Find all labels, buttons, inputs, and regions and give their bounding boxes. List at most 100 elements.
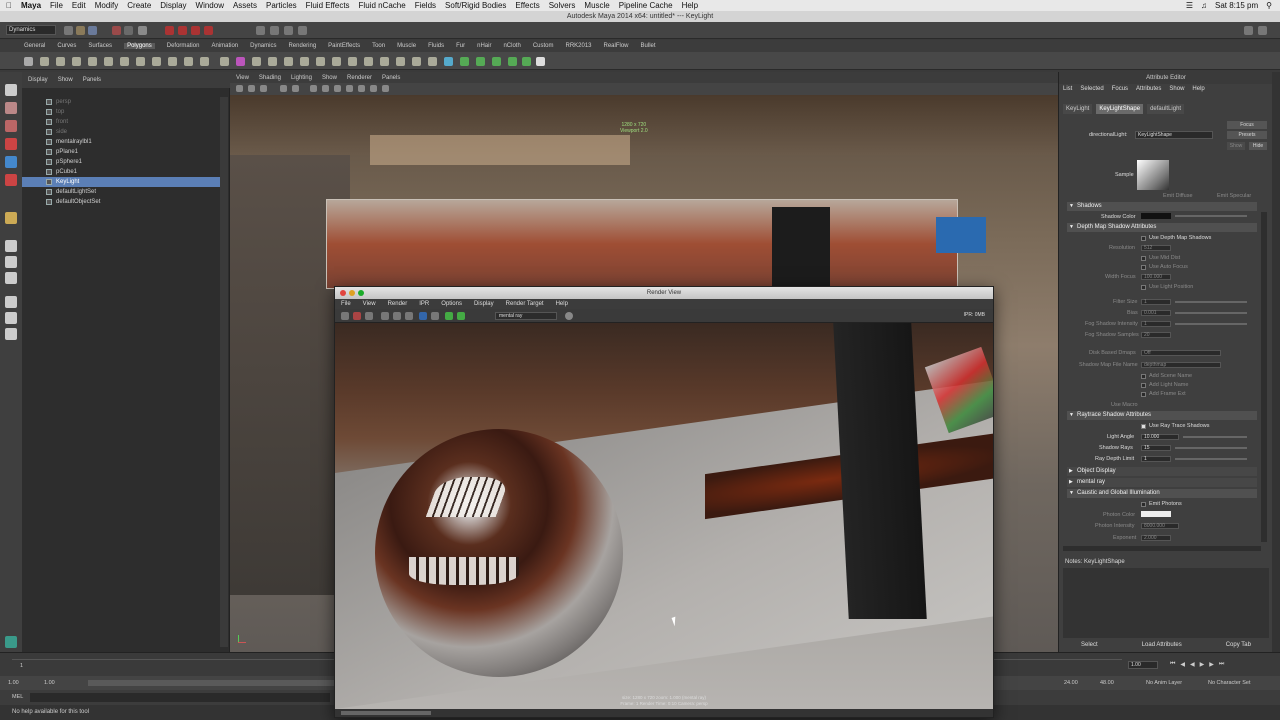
outliner-menu-show[interactable]: Show — [58, 77, 73, 83]
attr-menu-selected[interactable]: Selected — [1080, 86, 1103, 96]
go-end-icon[interactable]: ⏭ — [1219, 661, 1224, 669]
scale-tool-icon[interactable] — [5, 174, 17, 186]
rv-menu-help[interactable]: Help — [556, 301, 568, 307]
rv-menu-render[interactable]: Render — [388, 301, 408, 307]
shadows-icon[interactable] — [358, 85, 365, 92]
vp-menu-view[interactable]: View — [236, 75, 249, 81]
play-back-icon[interactable]: ◀ — [1190, 661, 1195, 669]
outliner-item[interactable]: front — [22, 117, 220, 127]
sculpt-icon[interactable] — [508, 57, 517, 66]
menu-modify[interactable]: Modify — [95, 1, 119, 10]
snap-curve-icon[interactable] — [178, 26, 187, 35]
add-frame-ext-checkbox[interactable] — [1141, 392, 1146, 397]
alpha-channel-icon[interactable] — [419, 312, 427, 320]
rv-menu-ipr[interactable]: IPR — [419, 301, 429, 307]
outliner-item[interactable]: pSphere1 — [22, 157, 220, 167]
lasso-tool-icon[interactable] — [5, 102, 17, 114]
rv-menu-view[interactable]: View — [363, 301, 376, 307]
outliner-scrollbar[interactable] — [220, 97, 228, 647]
render-frame-icon[interactable] — [270, 26, 279, 35]
current-frame-field[interactable]: 1.00 — [1128, 661, 1158, 669]
rv-menu-options[interactable]: Options — [441, 301, 462, 307]
film-gate-icon[interactable] — [292, 85, 299, 92]
vp-menu-show[interactable]: Show — [322, 75, 337, 81]
section-shadows[interactable]: Shadows — [1067, 202, 1257, 211]
attr-menu-help[interactable]: Help — [1192, 86, 1204, 96]
poly-prism-icon[interactable] — [120, 57, 129, 66]
menu-soft-rigid[interactable]: Soft/Rigid Bodies — [445, 1, 506, 10]
shadow-color-swatch[interactable] — [1141, 213, 1171, 219]
poly-soccer-icon[interactable] — [184, 57, 193, 66]
use-ray-trace-checkbox[interactable] — [1141, 424, 1146, 429]
poly-cone-icon[interactable] — [72, 57, 81, 66]
attr-tab-defaultlight[interactable]: defaultLight — [1147, 104, 1185, 114]
vp-menu-panels[interactable]: Panels — [382, 75, 400, 81]
disk-based-dropdown[interactable]: Off — [1141, 350, 1221, 356]
history-icon[interactable] — [256, 26, 265, 35]
layout-graph-icon[interactable] — [5, 312, 17, 324]
select-object-icon[interactable] — [124, 26, 133, 35]
camera-select-icon[interactable] — [236, 85, 243, 92]
menu-set-dropdown[interactable]: Dynamics — [6, 25, 56, 35]
range-end2-field[interactable]: 48.00 — [1100, 680, 1114, 686]
select-button[interactable]: Select — [1081, 642, 1098, 652]
keep-image-icon[interactable] — [445, 312, 453, 320]
poly-plane-icon[interactable] — [88, 57, 97, 66]
bias-field[interactable]: 0.001 — [1141, 310, 1171, 316]
rgb-channels-icon[interactable] — [405, 312, 413, 320]
real-size-icon[interactable] — [431, 312, 439, 320]
poly-pipe-icon[interactable] — [152, 57, 161, 66]
snapshot-icon[interactable] — [393, 312, 401, 320]
toggle-panel-icon[interactable] — [1244, 26, 1253, 35]
shadow-rays-field[interactable]: 15 — [1141, 445, 1171, 451]
shadow-map-file-field[interactable]: depthmap — [1141, 362, 1221, 368]
render-region-icon[interactable] — [381, 312, 389, 320]
append-icon[interactable] — [348, 57, 357, 66]
crease-icon[interactable] — [492, 57, 501, 66]
poly-helix-icon[interactable] — [168, 57, 177, 66]
extract-icon[interactable] — [252, 57, 261, 66]
minimize-window-icon[interactable] — [349, 290, 355, 296]
section-depth-map[interactable]: Depth Map Shadow Attributes — [1067, 223, 1257, 232]
rv-menu-display[interactable]: Display — [474, 301, 494, 307]
layout-side-icon[interactable] — [5, 272, 17, 284]
offset-loop-icon[interactable] — [396, 57, 405, 66]
menu-pipeline-cache[interactable]: Pipeline Cache — [619, 1, 673, 10]
section-raytrace[interactable]: Raytrace Shadow Attributes — [1067, 411, 1257, 420]
shadow-color-slider[interactable] — [1175, 215, 1247, 217]
play-forward-icon[interactable]: ▶ — [1200, 661, 1205, 669]
shelf-tab-rrk2013[interactable]: RRK2013 — [565, 43, 591, 49]
ray-depth-limit-slider[interactable] — [1175, 458, 1247, 460]
poly-cube-icon[interactable] — [40, 57, 49, 66]
attr-tab-keylightshape[interactable]: KeyLightShape — [1096, 104, 1144, 114]
render-view-scrollbar[interactable] — [335, 709, 993, 717]
range-start2-field[interactable]: 1.00 — [44, 680, 55, 686]
lights-icon[interactable] — [346, 85, 353, 92]
fill-hole-icon[interactable] — [332, 57, 341, 66]
snap-point-icon[interactable] — [191, 26, 200, 35]
outliner-menu-panels[interactable]: Panels — [83, 77, 101, 83]
attr-hscrollbar[interactable] — [1063, 546, 1261, 551]
shelf-tab-curves[interactable]: Curves — [57, 43, 76, 49]
camera-attr-icon[interactable] — [248, 85, 255, 92]
wifi-icon[interactable]: ☰ — [1186, 1, 1193, 10]
shelf-tab-polygons[interactable]: Polygons — [124, 43, 155, 49]
exponent-field[interactable]: 2.000 — [1141, 535, 1171, 541]
checker-icon[interactable] — [536, 57, 545, 66]
outliner-item[interactable]: top — [22, 107, 220, 117]
combine-icon[interactable] — [220, 57, 229, 66]
section-mental-ray[interactable]: mental ray — [1067, 478, 1257, 487]
toggle-attr-icon[interactable] — [1258, 26, 1267, 35]
outliner-item[interactable]: mentalraylbl1 — [22, 137, 220, 147]
isolate-icon[interactable] — [382, 85, 389, 92]
range-end-field[interactable]: 24.00 — [1064, 680, 1078, 686]
clock[interactable]: Sat 8:15 pm — [1215, 1, 1258, 10]
extrude-icon[interactable] — [412, 57, 421, 66]
rv-menu-file[interactable]: File — [341, 301, 351, 307]
ipr-icon[interactable] — [353, 312, 361, 320]
script-editor-icon[interactable] — [5, 636, 17, 648]
menu-muscle[interactable]: Muscle — [584, 1, 609, 10]
xray-icon[interactable] — [370, 85, 377, 92]
filter-size-field[interactable]: 1 — [1141, 299, 1171, 305]
outliner-item[interactable]: persp — [22, 97, 220, 107]
